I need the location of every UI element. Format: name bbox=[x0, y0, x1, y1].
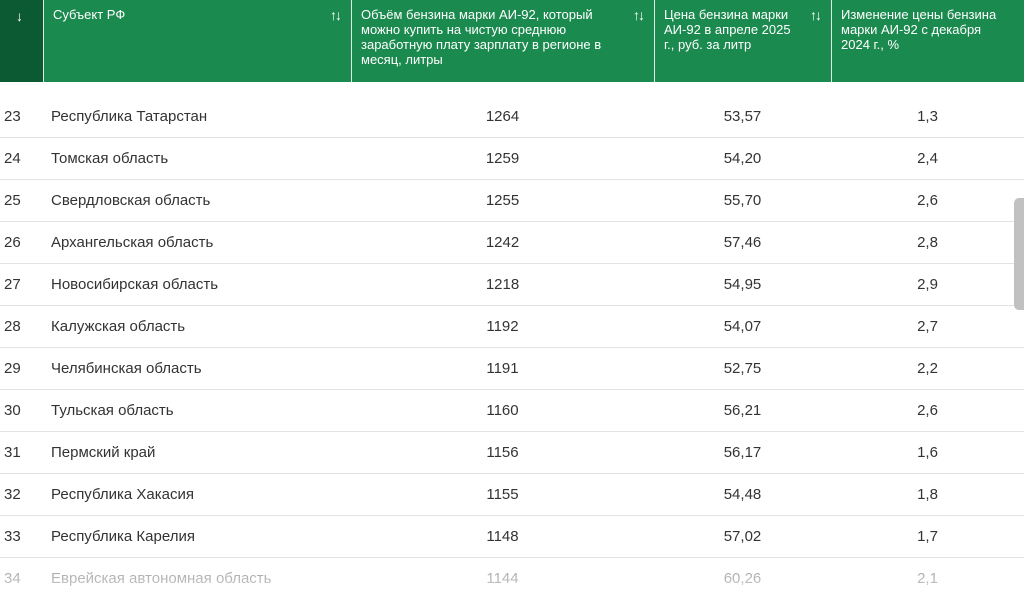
header-change-column[interactable]: Изменение цены бензина марки АИ-92 с дек… bbox=[831, 0, 1024, 82]
table-row: 28 Калужская область 1192 54,07 2,7 bbox=[0, 306, 1024, 348]
volume-cell: 1264 bbox=[485, 108, 520, 125]
volume-cell: 1156 bbox=[486, 444, 519, 461]
region-cell: Томская область bbox=[51, 150, 169, 167]
rank-cell: 32 bbox=[4, 486, 21, 503]
price-cell: 54,07 bbox=[723, 318, 762, 335]
header-region-column[interactable]: Субъект РФ ↑↓ bbox=[43, 0, 351, 82]
table-row: 33 Республика Карелия 1148 57,02 1,7 bbox=[0, 516, 1024, 558]
volume-cell: 1218 bbox=[485, 276, 520, 293]
table-row: 30 Тульская область 1160 56,21 2,6 bbox=[0, 390, 1024, 432]
rank-cell: 29 bbox=[4, 360, 21, 377]
scrollbar-thumb[interactable] bbox=[1014, 198, 1024, 310]
table-row: 31 Пермский край 1156 56,17 1,6 bbox=[0, 432, 1024, 474]
volume-cell: 1148 bbox=[486, 528, 519, 545]
rank-cell: 34 bbox=[4, 570, 21, 587]
region-cell: Калужская область bbox=[51, 318, 186, 335]
header-price-column[interactable]: Цена бензина марки АИ-92 в апреле 2025 г… bbox=[654, 0, 831, 82]
rank-cell: 28 bbox=[4, 318, 21, 335]
table-row: 27 Новосибирская область 1218 54,95 2,9 bbox=[0, 264, 1024, 306]
volume-cell: 1255 bbox=[485, 192, 520, 209]
region-cell: Пермский край bbox=[51, 444, 156, 461]
price-cell: 57,46 bbox=[723, 234, 762, 251]
table-row: 23 Республика Татарстан 1264 53,57 1,3 bbox=[0, 96, 1024, 138]
rank-cell: 23 bbox=[4, 108, 21, 125]
header-price-label: Цена бензина марки АИ-92 в апреле 2025 г… bbox=[664, 7, 791, 52]
volume-cell: 1259 bbox=[485, 150, 520, 167]
rank-cell: 26 bbox=[4, 234, 21, 251]
volume-cell: 1144 bbox=[486, 570, 519, 587]
change-cell: 2,9 bbox=[917, 276, 938, 293]
price-cell: 55,70 bbox=[723, 192, 762, 209]
rank-cell: 33 bbox=[4, 528, 21, 545]
table-row: 25 Свердловская область 1255 55,70 2,6 bbox=[0, 180, 1024, 222]
region-cell: Челябинская область bbox=[51, 360, 202, 377]
price-cell: 54,48 bbox=[723, 486, 762, 503]
volume-cell: 1242 bbox=[485, 234, 520, 251]
region-cell: Республика Карелия bbox=[51, 528, 195, 545]
table-row: 24 Томская область 1259 54,20 2,4 bbox=[0, 138, 1024, 180]
change-cell: 2,8 bbox=[917, 234, 938, 251]
rank-cell: 24 bbox=[4, 150, 21, 167]
price-cell: 57,02 bbox=[723, 528, 762, 545]
change-cell: 1,7 bbox=[917, 528, 938, 545]
region-cell: Архангельская область bbox=[51, 234, 214, 251]
header-change-label: Изменение цены бензина марки АИ-92 с дек… bbox=[841, 7, 997, 52]
price-cell: 56,21 bbox=[723, 402, 762, 419]
price-cell: 52,75 bbox=[723, 360, 762, 377]
page: ↓ Субъект РФ ↑↓ Объём бензина марки АИ-9… bbox=[0, 0, 1024, 600]
rank-cell: 25 bbox=[4, 192, 21, 209]
header-region-label: Субъект РФ bbox=[53, 7, 126, 22]
price-cell: 54,95 bbox=[723, 276, 762, 293]
change-cell: 1,8 bbox=[917, 486, 938, 503]
table-row: 32 Республика Хакасия 1155 54,48 1,8 bbox=[0, 474, 1024, 516]
change-cell: 2,4 bbox=[917, 150, 938, 167]
region-cell: Тульская область bbox=[51, 402, 174, 419]
header-volume-column[interactable]: Объём бензина марки АИ-92, который можно… bbox=[351, 0, 654, 82]
region-cell: Еврейская автономная область bbox=[51, 570, 272, 587]
change-cell: 2,6 bbox=[917, 402, 938, 419]
rank-cell: 30 bbox=[4, 402, 21, 419]
volume-cell: 1155 bbox=[486, 486, 519, 503]
price-cell: 54,20 bbox=[723, 150, 762, 167]
sort-toggle-icon[interactable]: ↑↓ bbox=[330, 8, 342, 22]
region-cell: Новосибирская область bbox=[51, 276, 219, 293]
table-row: 34 Еврейская автономная область 1144 60,… bbox=[0, 558, 1024, 600]
sort-toggle-icon[interactable]: ↑↓ bbox=[810, 8, 822, 22]
change-cell: 1,3 bbox=[917, 108, 938, 125]
change-cell: 2,2 bbox=[917, 360, 938, 377]
region-cell: Республика Татарстан bbox=[51, 108, 208, 125]
sort-desc-icon[interactable]: ↓ bbox=[16, 9, 23, 23]
header-rank-column[interactable]: ↓ bbox=[0, 0, 43, 82]
table-body: 23 Республика Татарстан 1264 53,57 1,3 2… bbox=[0, 96, 1024, 600]
header-volume-label: Объём бензина марки АИ-92, который можно… bbox=[361, 7, 602, 67]
table-row: 29 Челябинская область 1191 52,75 2,2 bbox=[0, 348, 1024, 390]
rank-cell: 27 bbox=[4, 276, 21, 293]
table-header: ↓ Субъект РФ ↑↓ Объём бензина марки АИ-9… bbox=[0, 0, 1024, 82]
price-cell: 60,26 bbox=[723, 570, 762, 587]
table-row: 26 Архангельская область 1242 57,46 2,8 bbox=[0, 222, 1024, 264]
region-cell: Республика Хакасия bbox=[51, 486, 195, 503]
change-cell: 2,1 bbox=[917, 570, 938, 587]
change-cell: 2,7 bbox=[917, 318, 938, 335]
region-cell: Свердловская область bbox=[51, 192, 211, 209]
sort-toggle-icon[interactable]: ↑↓ bbox=[633, 8, 645, 22]
change-cell: 1,6 bbox=[917, 444, 938, 461]
price-cell: 56,17 bbox=[723, 444, 762, 461]
volume-cell: 1191 bbox=[486, 360, 519, 377]
price-cell: 53,57 bbox=[723, 108, 762, 125]
rank-cell: 31 bbox=[4, 444, 21, 461]
change-cell: 2,6 bbox=[917, 192, 938, 209]
volume-cell: 1160 bbox=[486, 402, 519, 419]
volume-cell: 1192 bbox=[486, 318, 519, 335]
